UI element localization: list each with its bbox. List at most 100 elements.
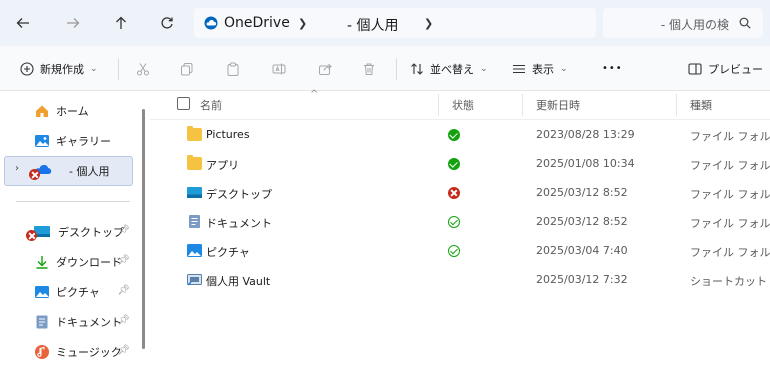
breadcrumb-onedrive[interactable]: OneDrive [224,15,290,31]
sidebar-item-music[interactable]: ミュージック 📌︎ [6,339,134,365]
sidebar-divider [16,201,130,202]
back-button[interactable] [12,12,34,34]
breadcrumb-chevron-icon[interactable]: ❯ [298,17,307,30]
desktop-folder-icon [26,224,52,241]
chevron-down-icon: ⌄ [90,63,98,74]
column-header-status[interactable]: 状態 [452,97,474,113]
search-icon [739,17,751,29]
sidebar-item-home[interactable]: ホーム [6,98,134,124]
column-divider[interactable] [522,94,523,116]
sort-button[interactable]: 並べ替え ⌄ [410,46,488,91]
new-button[interactable]: 新規作成 ⌄ [20,46,98,91]
delete-button[interactable] [362,46,376,91]
sidebar-item-documents[interactable]: ドキュメント 📌︎ [6,309,134,335]
sidebar-item-label: - 個人用 [69,165,110,178]
available-status-icon [448,245,460,257]
search-box[interactable]: - 個人用の検 [603,8,763,38]
toolbar-divider [396,58,397,80]
pin-icon[interactable]: 📌︎ [117,345,130,356]
sidebar-scrollbar[interactable] [142,109,145,349]
arrow-right-icon [67,18,80,28]
pictures-icon [34,284,50,300]
column-divider[interactable] [676,94,677,116]
file-name: Pictures [206,128,250,141]
clipboard-icon [227,62,239,76]
file-name: ドキュメント [206,217,272,230]
file-modified: 2025/03/12 8:52 [536,186,628,199]
file-row[interactable]: ピクチャ 2025/03/04 7:40 ファイル フォルダー [176,237,770,266]
column-header-type[interactable]: 種類 [690,97,712,113]
column-header-modified[interactable]: 更新日時 [536,97,580,113]
chevron-right-icon[interactable]: › [15,163,19,174]
arrow-left-icon [16,18,29,28]
plus-circle-icon [20,61,34,76]
file-modified: 2025/03/04 7:40 [536,244,628,257]
sidebar-item-desktop[interactable]: デスクトップ 📌︎ [6,219,134,245]
file-row[interactable]: ドキュメント 2025/03/12 8:52 ファイル フォルダー [176,208,770,237]
file-row[interactable]: アプリ 2025/01/08 10:34 ファイル フォルダー [176,150,770,179]
sidebar-item-label: ダウンロード [56,256,122,269]
navigation-pane: ホーム ギャラリー › - 個人用 デスクトップ 📌︎ ダウンロード 📌︎ ピク… [0,91,150,380]
file-row[interactable]: 個人用 Vault 2025/03/12 7:32 ショートカット [176,266,770,295]
scissors-icon [137,62,149,75]
header-divider [150,119,770,120]
file-name: 個人用 Vault [206,275,271,288]
file-type: ショートカット [690,275,767,288]
sidebar-item-pictures[interactable]: ピクチャ 📌︎ [6,279,134,305]
sync-error-icon [26,230,37,241]
column-header-name[interactable]: 名前 [200,97,222,113]
more-options-button[interactable]: ••• [602,46,623,91]
documents-icon [34,314,50,330]
list-view-icon [513,64,525,73]
file-modified: 2025/03/12 7:32 [536,273,628,286]
address-bar-row: OneDrive ❯ - 個人用 ❯ - 個人用の検 [0,0,770,46]
vault-shortcut-icon [187,274,202,286]
search-placeholder: - 個人用の検 [660,18,729,32]
sidebar-item-label: ピクチャ [56,286,100,299]
toolbar-divider [118,58,119,80]
breadcrumb-chevron-icon[interactable]: ❯ [424,17,433,30]
pin-icon[interactable]: 📌︎ [117,285,130,296]
sort-arrows-icon [411,62,423,75]
sidebar-item-label: ミュージック [56,346,122,359]
paste-button[interactable] [226,46,240,91]
desktop-folder-icon [187,187,202,198]
sidebar-item-label: デスクトップ [58,226,124,239]
more-label: ••• [602,63,623,74]
rename-button[interactable] [272,46,286,91]
copy-icon [181,62,193,75]
file-type: ファイル フォルダー [690,217,770,230]
cut-button[interactable] [136,46,150,91]
view-button[interactable]: 表示 ⌄ [512,46,568,91]
sidebar-item-downloads[interactable]: ダウンロード 📌︎ [6,249,134,275]
pin-icon[interactable]: 📌︎ [117,315,130,326]
chevron-down-icon: ⌄ [560,63,568,74]
sync-error-icon [448,187,460,199]
address-box[interactable]: OneDrive ❯ - 個人用 ❯ [194,8,596,38]
pin-icon[interactable]: 📌︎ [117,225,130,236]
pin-icon[interactable]: 📌︎ [117,255,130,266]
file-name: ピクチャ [206,246,250,259]
sidebar-item-label: ドキュメント [56,316,122,329]
documents-icon [189,215,200,228]
copy-button[interactable] [180,46,194,91]
file-row[interactable]: Pictures 2023/08/28 13:29 ファイル フォルダー [176,121,770,150]
file-type: ファイル フォルダー [690,130,770,143]
folder-icon [187,126,202,141]
forward-button[interactable] [62,12,84,34]
column-divider[interactable] [438,94,439,116]
folder-icon [187,155,202,170]
up-button[interactable] [110,12,132,34]
breadcrumb-personal[interactable]: - 個人用 [347,15,399,35]
available-status-icon [448,216,460,228]
share-button[interactable] [318,46,332,91]
refresh-icon [161,17,173,29]
refresh-button[interactable] [156,12,178,34]
preview-pane-button[interactable]: プレビュー [688,46,763,91]
select-all-checkbox[interactable] [177,97,190,110]
sidebar-item-onedrive-personal[interactable]: › - 個人用 [4,156,133,186]
chevron-down-icon: ⌄ [480,63,488,74]
file-row[interactable]: デスクトップ 2025/03/12 8:52 ファイル フォルダー [176,179,770,208]
sidebar-item-gallery[interactable]: ギャラリー [6,128,134,154]
synced-status-icon [448,158,460,170]
